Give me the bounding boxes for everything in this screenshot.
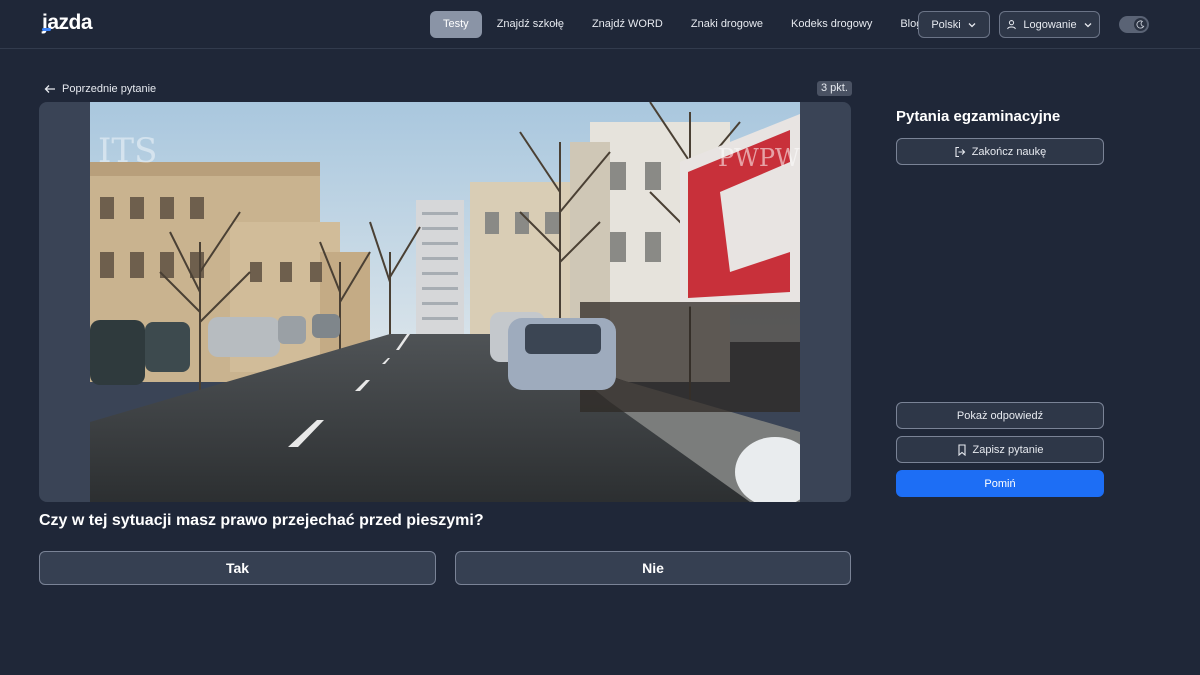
save-question-button[interactable]: Zapisz pytanie xyxy=(896,436,1104,463)
language-select[interactable]: Polski xyxy=(918,11,990,38)
end-study-label: Zakończ naukę xyxy=(971,145,1047,158)
points-badge: 3 pkt. xyxy=(817,81,852,96)
chevron-down-icon xyxy=(1083,20,1093,30)
question-video[interactable]: ITS PWPW xyxy=(90,102,800,502)
skip-button[interactable]: Pomiń xyxy=(896,470,1104,497)
save-question-label: Zapisz pytanie xyxy=(972,443,1044,456)
login-label: Logowanie xyxy=(1023,18,1077,31)
top-header: jazda Testy Znajdź szkołę Znajdź WORD Zn… xyxy=(0,0,1200,49)
bookmark-icon xyxy=(957,443,967,456)
question-media-frame: ITS PWPW xyxy=(39,102,851,502)
answer-yes-button[interactable]: Tak xyxy=(39,551,436,585)
nav-testy[interactable]: Testy xyxy=(430,11,482,38)
sidebar-title: Pytania egzaminacyjne xyxy=(896,108,1061,125)
theme-toggle[interactable] xyxy=(1119,16,1149,33)
answer-no-button[interactable]: Nie xyxy=(455,551,851,585)
nav-kodeks-drogowy[interactable]: Kodeks drogowy xyxy=(778,11,885,38)
logout-icon xyxy=(954,146,966,158)
previous-question-link[interactable]: Poprzednie pytanie xyxy=(44,81,156,96)
user-icon xyxy=(1006,19,1017,30)
watermark-pwpw: PWPW xyxy=(718,144,800,172)
show-answer-button[interactable]: Pokaż odpowiedź xyxy=(896,402,1104,429)
watermark-its: ITS xyxy=(98,131,157,171)
login-button[interactable]: Logowanie xyxy=(999,11,1100,38)
logo[interactable]: jazda xyxy=(42,11,93,35)
nav-znajdz-word[interactable]: Znajdź WORD xyxy=(579,11,676,38)
nav-znajdz-szkole[interactable]: Znajdź szkołę xyxy=(484,11,577,38)
logo-accent xyxy=(42,28,51,31)
moon-icon xyxy=(1134,18,1147,31)
language-label: Polski xyxy=(931,18,961,31)
question-text: Czy w tej sytuacji masz prawo przejechać… xyxy=(39,512,484,529)
previous-question-label: Poprzednie pytanie xyxy=(62,82,157,95)
main-nav: Testy Znajdź szkołę Znajdź WORD Znaki dr… xyxy=(430,11,935,38)
end-study-button[interactable]: Zakończ naukę xyxy=(896,138,1104,165)
chevron-down-icon xyxy=(967,20,977,30)
arrow-left-icon xyxy=(44,84,56,94)
nav-znaki-drogowe[interactable]: Znaki drogowe xyxy=(678,11,776,38)
